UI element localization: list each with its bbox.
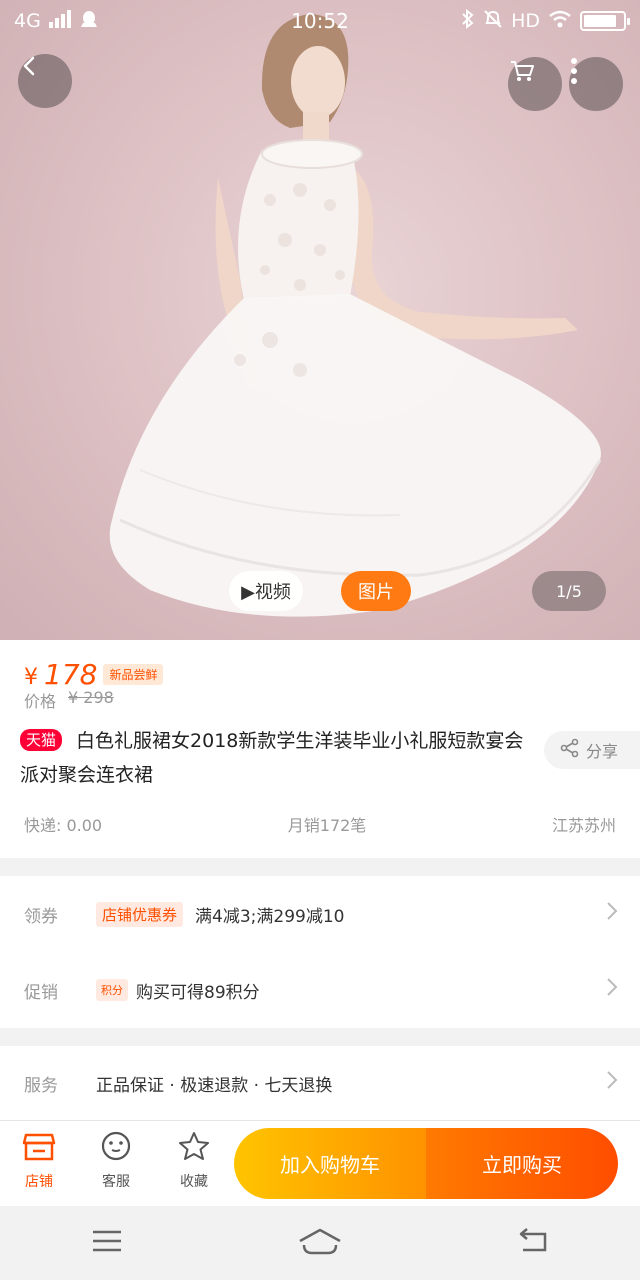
service-text: 正品保证 · 极速退款 · 七天退换 xyxy=(96,1075,333,1096)
photo-tab[interactable]: 图片 xyxy=(341,571,411,611)
share-label: 分享 xyxy=(586,742,619,761)
coupon-row[interactable]: 领券 店铺优惠券 满4减3;满299减10 xyxy=(0,876,640,952)
service-button-label: 客服 xyxy=(102,1174,130,1190)
chevron-right-icon xyxy=(606,901,618,927)
buy-now-button[interactable]: 立即购买 xyxy=(426,1128,618,1199)
mute-bell-icon xyxy=(483,9,503,34)
coupon-label: 领券 xyxy=(24,906,58,927)
customer-service-button[interactable]: 客服 xyxy=(86,1131,146,1191)
return-icon xyxy=(517,1228,549,1258)
new-product-badge: 新品尝鲜 xyxy=(103,664,164,685)
system-navigation-bar xyxy=(0,1206,640,1280)
price: 178 xyxy=(44,658,98,691)
points-tag: 积分 xyxy=(96,979,128,1001)
tmall-badge: 天猫 xyxy=(20,729,63,751)
share-icon xyxy=(560,738,580,762)
original-price-row: 价格 ¥ 298 xyxy=(24,688,114,712)
add-to-cart-button[interactable]: 加入购物车 xyxy=(234,1128,426,1199)
shop-button[interactable]: 店铺 xyxy=(9,1131,69,1191)
image-counter: 1/5 xyxy=(532,571,606,611)
back-nav-button[interactable] xyxy=(503,1218,563,1268)
hd-indicator: HD xyxy=(511,10,540,32)
star-icon xyxy=(177,1131,211,1165)
back-button[interactable] xyxy=(18,54,72,108)
shop-label: 店铺 xyxy=(25,1174,53,1190)
promo-row[interactable]: 促销 积分 购买可得89积分 xyxy=(0,952,640,1028)
battery-icon xyxy=(580,11,630,31)
promo-content: 积分 购买可得89积分 xyxy=(96,978,260,1003)
chevron-right-icon xyxy=(606,1070,618,1096)
product-image-carousel[interactable]: ▶视频 图片 1/5 xyxy=(0,0,640,640)
original-price-label: 价格 xyxy=(24,692,57,711)
share-button[interactable]: 分享 xyxy=(544,731,640,769)
chat-bot-icon xyxy=(99,1131,133,1165)
signal-icon xyxy=(48,9,71,33)
video-tab[interactable]: ▶视频 xyxy=(229,571,303,611)
product-title: 天猫 白色礼服裙女2018新款学生洋装毕业小礼服短款宴会派对聚会连衣裙 xyxy=(20,724,530,792)
bottom-action-bar: 店铺 客服 收藏 加入购物车 立即购买 xyxy=(0,1120,640,1206)
product-detail-page: ▶视频 图片 1/5 4G 10:52 HD ¥ 178 新品尝鲜 价格 ¥ 2… xyxy=(0,0,640,1280)
coupon-text: 满4减3;满299减10 xyxy=(195,906,345,927)
shipping-fee: 快递: 0.00 xyxy=(24,816,103,835)
coupon-content: 店铺优惠券 满4减3;满299减10 xyxy=(96,901,345,927)
more-button[interactable] xyxy=(569,57,623,111)
favorite-button[interactable]: 收藏 xyxy=(164,1131,224,1191)
wifi-icon xyxy=(548,10,572,33)
menu-button[interactable] xyxy=(77,1218,137,1268)
menu-lines-icon xyxy=(91,1229,123,1257)
service-content: 正品保证 · 极速退款 · 七天退换 xyxy=(96,1071,332,1096)
status-bar: 4G 10:52 HD xyxy=(0,0,640,42)
qq-icon xyxy=(79,9,99,34)
promotions-block: 领券 店铺优惠券 满4减3;满299减10 促销 积分 购买可得89积分 xyxy=(0,876,640,1028)
chevron-right-icon xyxy=(606,977,618,1003)
product-info: ¥ 178 新品尝鲜 价格 ¥ 298 天猫 白色礼服裙女2018新款学生洋装毕业… xyxy=(0,640,640,858)
cart-button[interactable] xyxy=(508,57,562,111)
service-row[interactable]: 服务 正品保证 · 极速退款 · 七天退换 xyxy=(0,1046,640,1120)
shop-icon xyxy=(22,1131,56,1165)
service-label: 服务 xyxy=(24,1075,58,1096)
original-price: ¥ 298 xyxy=(68,688,114,707)
service-block: 服务 正品保证 · 极速退款 · 七天退换 xyxy=(0,1046,640,1120)
home-icon xyxy=(298,1227,342,1259)
network-type: 4G xyxy=(14,10,41,32)
currency-symbol: ¥ xyxy=(24,665,38,690)
ship-location: 江苏苏州 xyxy=(551,816,616,835)
promo-text: 购买可得89积分 xyxy=(136,982,260,1003)
price-row: ¥ 178 新品尝鲜 xyxy=(24,658,164,691)
favorite-label: 收藏 xyxy=(180,1174,208,1190)
bluetooth-icon xyxy=(461,8,475,34)
store-coupon-tag: 店铺优惠券 xyxy=(96,901,184,927)
shipping-meta: 快递: 0.00 月销172笔 江苏苏州 xyxy=(24,812,616,836)
home-button[interactable] xyxy=(290,1218,350,1268)
monthly-sales: 月销172笔 xyxy=(287,816,367,835)
product-title-text: 白色礼服裙女2018新款学生洋装毕业小礼服短款宴会派对聚会连衣裙 xyxy=(20,730,524,786)
promo-label: 促销 xyxy=(24,982,58,1003)
